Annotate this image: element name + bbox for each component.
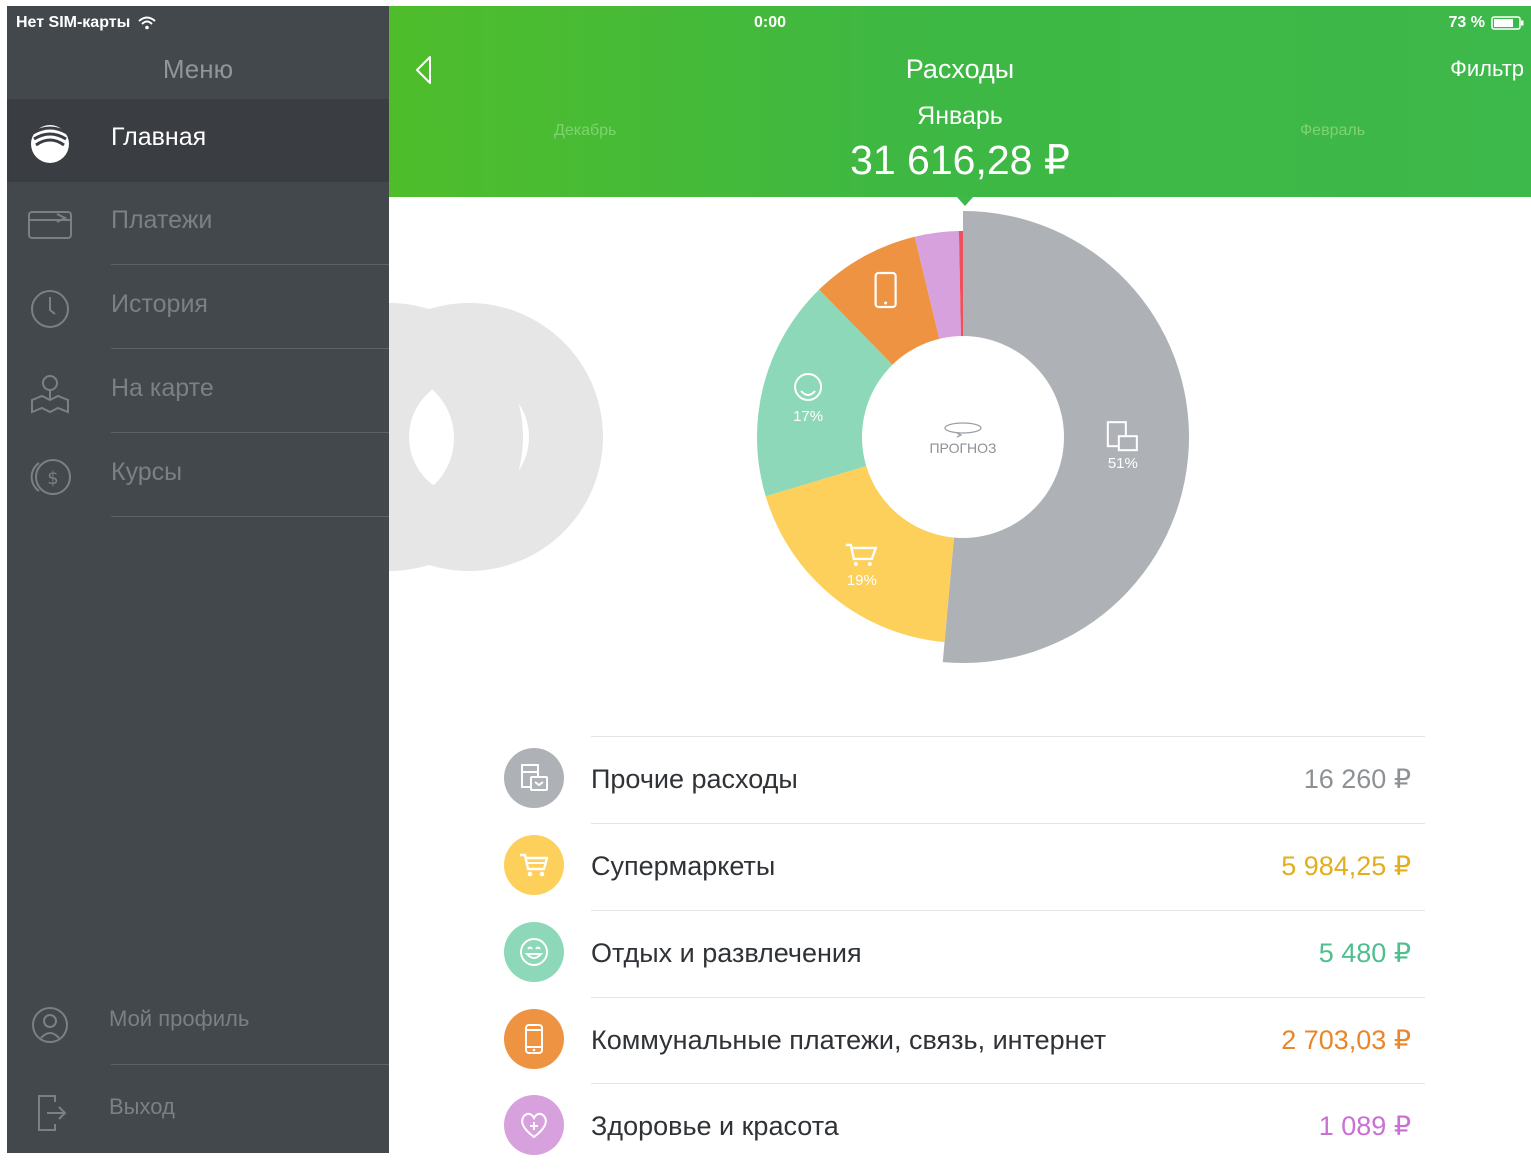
sidebar: Нет SIM-карты Меню Главная Платежи Истор…	[7, 6, 389, 1153]
category-name: Супермаркеты	[591, 851, 776, 881]
category-name: Прочие расходы	[591, 764, 798, 794]
category-amount: 5 480 ₽	[1318, 938, 1411, 968]
sidebar-item-logout[interactable]: Выход	[7, 1070, 389, 1153]
status-time: 0:00	[754, 14, 787, 31]
header-bar: 0:00 73 % Расходы Фильтр Декабрь Январь …	[389, 6, 1531, 197]
category-name: Здоровье и красота	[591, 1111, 839, 1141]
separator	[111, 432, 389, 433]
profile-icon	[32, 1007, 68, 1043]
sidebar-item-label: Выход	[109, 1094, 175, 1119]
smile-icon	[504, 922, 564, 982]
map-pin-icon	[31, 375, 69, 414]
list-item-utilities[interactable]: Коммунальные платежи, связь, интернет 2 …	[495, 997, 1425, 1084]
sidebar-item-label: Главная	[111, 123, 207, 151]
category-amount: 1 089 ₽	[1318, 1111, 1411, 1141]
filter-button[interactable]: Фильтр	[1450, 56, 1524, 82]
forecast-label: ПРОГНОЗ	[929, 440, 996, 456]
wifi-icon	[138, 16, 156, 30]
category-amount: 16 260 ₽	[1303, 764, 1411, 794]
category-name: Отдых и развлечения	[591, 938, 862, 968]
sidebar-item-label: На карте	[111, 374, 214, 402]
category-amount: 5 984,25 ₽	[1281, 851, 1411, 881]
category-name: Коммунальные платежи, связь, интернет	[591, 1025, 1107, 1055]
slice-percent-label: 51%	[1108, 455, 1138, 472]
logout-icon	[38, 1095, 67, 1131]
heart-icon	[504, 1095, 564, 1155]
category-amount: 2 703,03 ₽	[1281, 1025, 1411, 1055]
divider	[591, 823, 1425, 824]
divider	[591, 736, 1425, 737]
divider	[591, 910, 1425, 911]
chart-center[interactable]	[862, 336, 1064, 538]
menu-title: Меню	[162, 54, 234, 84]
slice-percent-label: 17%	[793, 408, 823, 425]
clock-icon	[31, 290, 69, 328]
battery-label: 73 %	[1448, 14, 1485, 31]
list-item-health[interactable]: Здоровье и красота 1 089 ₽	[495, 1083, 1425, 1170]
expenses-donut-chart: ПРОГНОЗ 51% 19% 17%	[389, 211, 1189, 663]
separator	[111, 348, 389, 349]
sidebar-item-profile[interactable]: Мой профиль	[7, 982, 389, 1065]
sidebar-item-history[interactable]: История	[7, 266, 389, 349]
sidebar-item-home[interactable]: Главная	[7, 99, 389, 182]
sidebar-item-label: Платежи	[111, 206, 213, 234]
status-battery: 73 %	[1449, 14, 1525, 32]
phone-icon	[504, 1009, 564, 1069]
svg-text:$: $	[47, 468, 58, 489]
cart-icon	[504, 835, 564, 895]
list-item-leisure[interactable]: Отдых и развлечения 5 480 ₽	[495, 910, 1425, 997]
sberbank-logo-icon	[31, 125, 69, 163]
battery-icon	[1491, 16, 1524, 30]
sidebar-item-label: Курсы	[111, 458, 183, 486]
sidebar-item-rates[interactable]: $ Курсы	[7, 434, 389, 517]
card-transfer-icon	[28, 211, 72, 239]
separator	[111, 516, 389, 517]
divider	[591, 997, 1425, 998]
page-title: Расходы	[905, 54, 1015, 84]
status-carrier: Нет SIM-карты	[16, 14, 156, 32]
separator	[111, 264, 389, 265]
currency-icon: $	[30, 459, 71, 495]
carrier-label: Нет SIM-карты	[16, 14, 131, 31]
slice-percent-label: 19%	[847, 572, 877, 589]
sidebar-item-label: Мой профиль	[109, 1006, 250, 1031]
sidebar-item-label: История	[111, 290, 208, 318]
separator	[111, 1064, 389, 1065]
list-item-supermarkets[interactable]: Супермаркеты 5 984,25 ₽	[495, 823, 1425, 910]
total-amount: 31 616,28 ₽	[850, 137, 1070, 183]
sidebar-item-payments[interactable]: Платежи	[7, 182, 389, 265]
receipt-icon	[504, 748, 564, 808]
list-item-other[interactable]: Прочие расходы 16 260 ₽	[495, 736, 1425, 823]
divider	[591, 1083, 1425, 1084]
sidebar-item-map[interactable]: На карте	[7, 350, 389, 433]
